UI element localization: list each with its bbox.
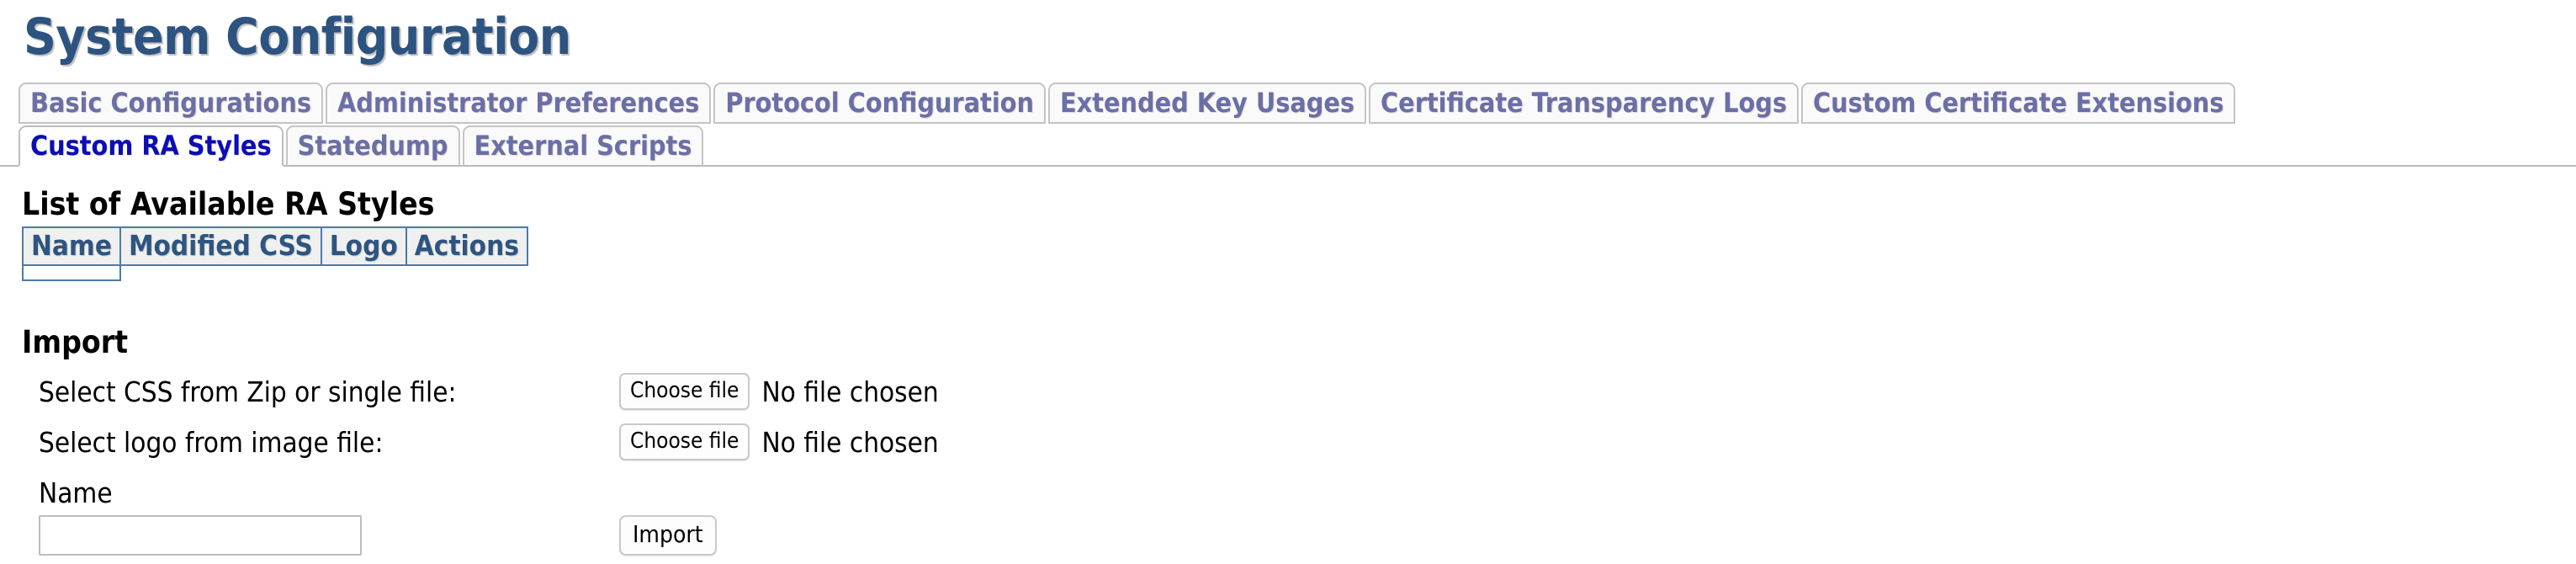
import-heading: Import: [22, 324, 129, 360]
css-file-status-text: No file chosen: [761, 375, 939, 408]
ra-styles-table-head: Name Modified CSS Logo Actions: [22, 226, 528, 266]
style-name-input[interactable]: [39, 515, 362, 556]
tab-row-primary: Basic Configurations Administrator Prefer…: [19, 82, 2576, 124]
import-css-row: Select CSS from Zip or single file: Choo…: [19, 366, 939, 417]
tab-content-custom-ra-styles: List of Available RA Styles Name Modifie…: [0, 167, 2576, 556]
column-header-name: Name: [22, 226, 121, 266]
empty-spacer-cell: [406, 265, 527, 280]
tab-row-secondary: Custom RA Styles Statedump External Script…: [19, 125, 2576, 167]
empty-spacer-cell: [321, 265, 406, 280]
name-input-row: Import: [19, 515, 717, 556]
tab-administrator-preferences[interactable]: Administrator Preferences: [325, 82, 712, 124]
tab-basic-configurations[interactable]: Basic Configurations: [19, 82, 323, 124]
choose-css-file-button[interactable]: Choose file: [619, 373, 750, 410]
tab-statedump[interactable]: Statedump: [285, 125, 460, 167]
name-input-cell: [19, 515, 619, 556]
tab-bar: Basic Configurations Administrator Prefer…: [0, 82, 2576, 167]
style-name-label: Name: [39, 476, 113, 509]
tab-protocol-configuration[interactable]: Protocol Configuration: [713, 82, 1046, 124]
ra-styles-heading: List of Available RA Styles: [22, 186, 435, 222]
tab-external-scripts[interactable]: External Scripts: [462, 125, 704, 167]
import-name-row: Import: [19, 515, 717, 556]
tab-custom-certificate-extensions[interactable]: Custom Certificate Extensions: [1801, 82, 2236, 124]
ra-styles-table: Name Modified CSS Logo Actions: [22, 226, 528, 281]
import-button-cell: Import: [619, 515, 717, 556]
ra-styles-table-body: [22, 265, 527, 281]
import-logo-field: Choose file No file chosen: [619, 417, 939, 467]
tab-extended-key-usages[interactable]: Extended Key Usages: [1047, 82, 1367, 124]
logo-file-status-text: No file chosen: [761, 425, 939, 459]
logo-file-picker: Choose file No file chosen: [619, 423, 939, 460]
import-logo-label: Select logo from image file:: [39, 425, 384, 459]
table-header-row: Name Modified CSS Logo Actions: [22, 226, 528, 266]
table-row: [22, 265, 527, 281]
import-logo-row: Select logo from image file: Choose file…: [19, 417, 939, 467]
column-header-logo: Logo: [320, 226, 407, 266]
system-configuration-page: System Configuration Basic Configuration…: [0, 0, 2576, 564]
column-header-modified-css: Modified CSS: [119, 226, 322, 266]
page-title: System Configuration: [24, 8, 571, 67]
import-submit-button[interactable]: Import: [619, 515, 717, 556]
empty-name-cell: [22, 265, 121, 281]
css-file-picker: Choose file No file chosen: [619, 373, 939, 410]
choose-logo-file-button[interactable]: Choose file: [619, 423, 750, 460]
tab-custom-ra-styles[interactable]: Custom RA Styles: [19, 125, 284, 167]
empty-spacer-cell: [120, 265, 321, 280]
import-css-label: Select CSS from Zip or single file:: [39, 375, 457, 408]
tab-certificate-transparency-logs[interactable]: Certificate Transparency Logs: [1369, 82, 1799, 124]
column-header-actions: Actions: [405, 226, 528, 266]
import-css-field: Choose file No file chosen: [619, 366, 939, 417]
import-form: Select CSS from Zip or single file: Choo…: [19, 366, 939, 467]
